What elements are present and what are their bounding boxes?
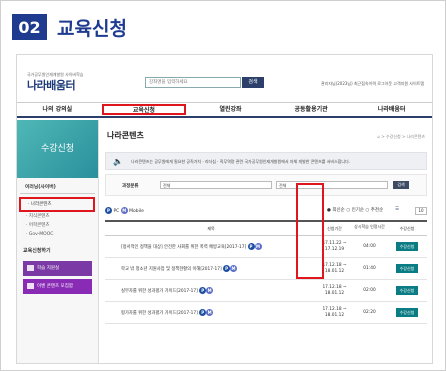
table-row: [정서적인 정책을 대상] 안전한 사회를 위한 폭력 예방교육[2017-17… [105,236,427,258]
sidebar: 수강신청 이러닝(사이버) · 나라콘텐츠 · 지식콘텐츠 · 어학콘텐츠 · … [17,120,99,363]
sidebar-item-nara-contents[interactable]: · 나라콘텐츠 [21,200,93,209]
mobile-icon: M [206,309,214,316]
main-nav: 나의 강의실 교육신청 열린강좌 공동활용기관 나라배움터 [17,102,432,118]
sidebar-item-language[interactable]: · 어학콘텐츠 [17,221,98,230]
filter-label: 과정분류 [122,184,139,189]
filter-bar: 과정분류 전체 전체 검색 [105,174,427,196]
utility-links[interactable]: 관리자님(2023님) 최근접속이력 로그아웃 고객지원 사이트맵 [321,81,424,87]
per-page-select[interactable]: 10 [415,207,427,215]
notice-box: 🔈 나라콘텐츠는 공무원에게 필요한 공직가치 · 리더십 · 직무역량 관련 … [105,152,427,170]
website-screenshot: 국가공무원인재개발원 사이버학습 나라배움터 강좌명을 입력하세요 검색 관리자… [16,54,433,364]
search-input[interactable]: 강좌명을 입력하세요 [145,77,241,88]
apply-button[interactable]: 수강신청 [396,242,418,251]
breadcrumb: ⌂ > 수강신청 > 나라콘텐츠 [377,134,425,139]
section-header: 02 교육신청 [12,14,127,40]
speaker-icon: 🔈 [113,157,123,166]
subcategory-select[interactable]: 전체 [276,181,388,189]
search-button[interactable]: 검색 [242,77,264,88]
row-hours: 02:20 [363,310,376,315]
row-hours: 04:00 [363,244,376,249]
category-select[interactable]: 전체 [160,181,272,189]
mobile-icon: M [254,243,262,250]
mobile-icon: M [206,287,214,294]
mobile-icon: M [120,207,128,214]
sidebar-item-knowledge[interactable]: · 지식콘텐츠 [17,212,98,221]
sidebar-section-elearning[interactable]: 이러닝(사이버) [20,178,95,194]
notice-text: 나라콘텐츠는 공무원에게 필요한 공직가치 · 리더십 · 직무역량 관련 국가… [131,159,351,164]
site-logo[interactable]: 나라배움터 [27,77,76,93]
nav-my-classroom[interactable]: 나의 강의실 [17,103,98,116]
pc-icon: P [105,207,112,214]
table-row: 실무자를 위한 성과평가 가이드[2017-17] PM 17.12.18 ~ … [105,280,427,302]
sidebar-section-apply: 교육신청하기 [23,248,51,254]
apply-button[interactable]: 수강신청 [396,286,418,295]
apply-column-highlight [296,183,324,279]
sidebar-selected-box: · 나라콘텐츠 [19,197,95,212]
apply-button[interactable]: 수강신청 [396,308,418,317]
nav-course-apply[interactable]: 교육신청 [101,104,187,115]
table-header: 제목 신청기간 상시학습 인정시간 수강신청 [105,222,427,236]
row-hours: 01:40 [363,266,376,271]
row-hours: 02:00 [363,288,376,293]
sidebar-banner: 수강신청 [17,120,98,178]
nav-shared-institution[interactable]: 공동활용기관 [271,103,352,116]
course-title-link[interactable]: 학교 밖 청소년 지원사업 및 정책현황의 이해[2017-17] [121,267,222,272]
pc-label: PC [113,209,120,214]
pc-icon: P [199,309,207,316]
col-hours: 상시학습 인정시간 [354,224,385,229]
col-title: 제목 [207,226,215,231]
table-row: 평가자를 위한 성과평가 가이드[2017-17] PM 17.12.18 ~ … [105,302,427,324]
course-title-link[interactable]: [정서적인 정책을 대상] 안전한 사회를 위한 폭력 예방교육[2017-17… [121,245,246,250]
nav-narabaeumteo[interactable]: 나라배움터 [351,103,432,116]
filter-search-button[interactable]: 검색 [393,181,409,189]
course-title-link[interactable]: 평가자를 위한 성과평가 가이드[2017-17] [121,311,198,316]
apply-button[interactable]: 수강신청 [396,264,418,273]
mobile-icon: M [230,265,238,272]
page-title: 나라콘텐츠 [107,131,144,140]
mobile-label: Mobile [129,209,144,214]
pc-icon: P [199,287,207,294]
list-view-icon[interactable]: ☰ [395,207,399,212]
pc-icon: P [223,265,231,272]
pc-icon: P [247,243,255,250]
site-topbar: 국가공무원인재개발원 사이버학습 나라배움터 강좌명을 입력하세요 검색 관리자… [17,55,432,102]
list-tools: P PC M Mobile ● 최신순 ○ 인기순 ○ 추천순 ☰ 10 [105,207,427,217]
course-title-link[interactable]: 실무자를 위한 성과평가 가이드[2017-17] [121,289,198,294]
sidebar-button-support[interactable]: 학습 지원실 [23,261,92,276]
sort-options[interactable]: ● 최신순 ○ 인기순 ○ 추천순 [327,207,383,213]
col-apply: 수강신청 [399,226,415,231]
sidebar-item-gov-mooc[interactable]: · Gov-MOOC [17,230,98,239]
row-period: 17.12.18 ~ 18.01.12 [322,306,347,318]
course-table: 제목 신청기간 상시학습 인정시간 수강신청 [정서적인 정책을 대상] 안전한… [105,220,427,324]
row-period: 17.12.18 ~ 18.01.12 [322,284,347,296]
main-content: 나라콘텐츠 ⌂ > 수강신청 > 나라콘텐츠 🔈 나라콘텐츠는 공무원에게 필요… [105,120,427,363]
section-number: 02 [12,14,47,40]
sidebar-button-event[interactable]: 이벤 콘텐츠 모집함 [23,279,92,294]
nav-open-course[interactable]: 열린강좌 [190,103,271,116]
section-title: 교육신청 [57,17,127,40]
table-row: 학교 밖 청소년 지원사업 및 정책현황의 이해[2017-17] PM 17.… [105,258,427,280]
